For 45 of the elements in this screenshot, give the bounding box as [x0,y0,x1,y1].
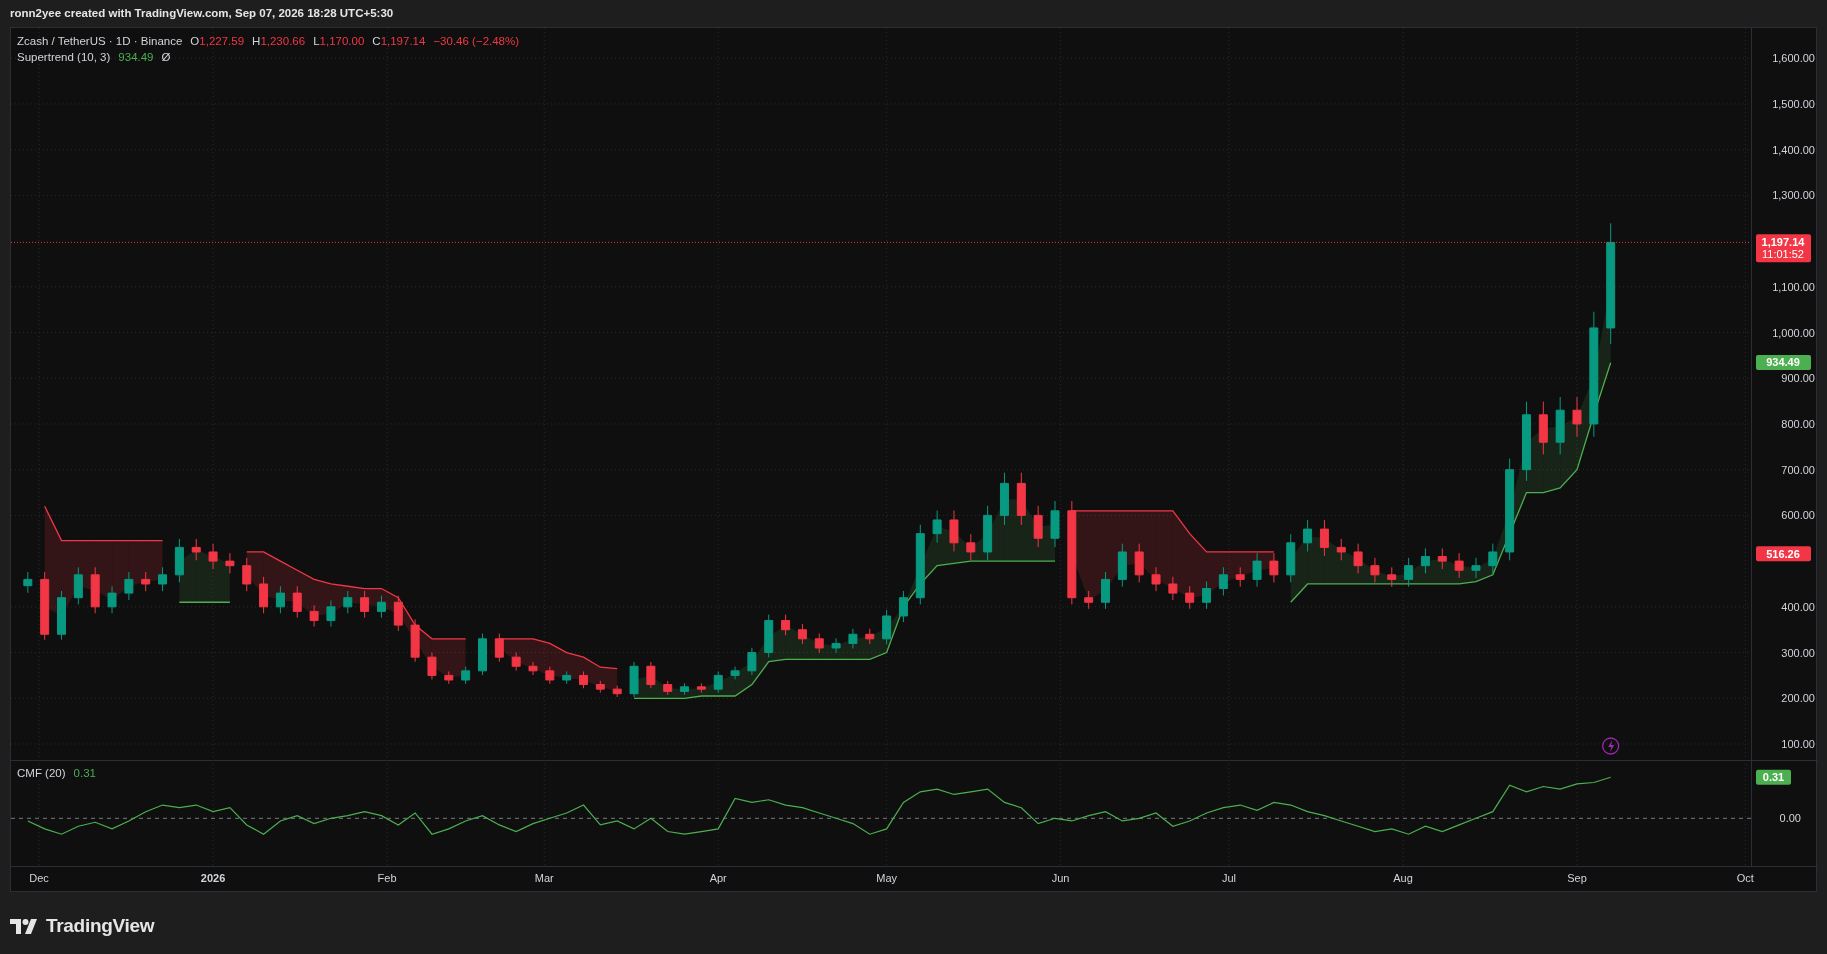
price-axis-label: 700.00 [1781,463,1815,476]
price-axis-label: 400.00 [1781,600,1815,613]
price-axis-label: 300.00 [1781,646,1815,659]
time-axis-label: May [876,872,897,884]
indicator-badge: 0.31 [1756,769,1791,785]
brand-name: TradingView [46,914,155,938]
indicator-value: 0.31 [73,766,96,781]
price-axis-label: 100.00 [1781,738,1815,750]
price-axis-label: 200.00 [1781,692,1815,705]
chart-caption: ronn2yee created with TradingView.com, Sep 07, 2026 18:28 UTC+5:30 [10,7,394,19]
logo-icon [10,918,38,934]
time-axis-label: Aug [1393,872,1413,884]
price-axis-label: 1,600.00 [1772,52,1815,65]
indicator-name: CMF (20) [17,766,66,781]
price-badge: 516.26 [1756,546,1811,562]
price-badge: 934.49 [1756,354,1811,370]
time-axis-label: 2026 [200,872,226,884]
time-axis-label: Jul [1221,872,1237,884]
time-axis-label: Apr [709,872,727,884]
price-axis-label: 600.00 [1781,509,1815,522]
price-axis-label: 1,100.00 [1772,280,1815,293]
time-axis-label: Dec [29,872,49,884]
ohlc-value: O1,227.59 [190,34,245,49]
indicator-mark: Ø [161,50,171,65]
price-axis-label: 1,300.00 [1772,189,1815,202]
price-badge: 1,197.14 11:01:52 [1756,234,1811,263]
ohlc-value: L1,170.00 [313,34,365,49]
ohlc-value: H1,230.66 [252,34,306,49]
price-axis-label: 1,400.00 [1772,143,1815,156]
lightning-icon[interactable] [1602,737,1620,755]
time-axis-label: Feb [377,872,397,884]
time-axis-label: Mar [534,872,554,884]
symbol-title: Zcash / TetherUS · 1D · Binance [17,34,183,49]
price-axis-label: 800.00 [1781,417,1815,430]
price-axis-label: 1,000.00 [1772,326,1815,339]
time-axis-label: Jun [1051,872,1070,884]
price-axis-label: 1,500.00 [1772,97,1815,110]
price-axis-label: 900.00 [1781,372,1815,385]
time-axis-label: Oct [1736,872,1754,884]
price-change: −30.46 (−2.48%) [433,34,520,49]
ohlc-value: C1,197.14 [372,34,426,49]
indicator-axis-label: 0.00 [1779,812,1801,825]
indicator-name: Supertrend (10, 3) [17,50,111,65]
indicator-value: 934.49 [118,50,154,65]
time-axis-label: Sep [1567,872,1587,884]
